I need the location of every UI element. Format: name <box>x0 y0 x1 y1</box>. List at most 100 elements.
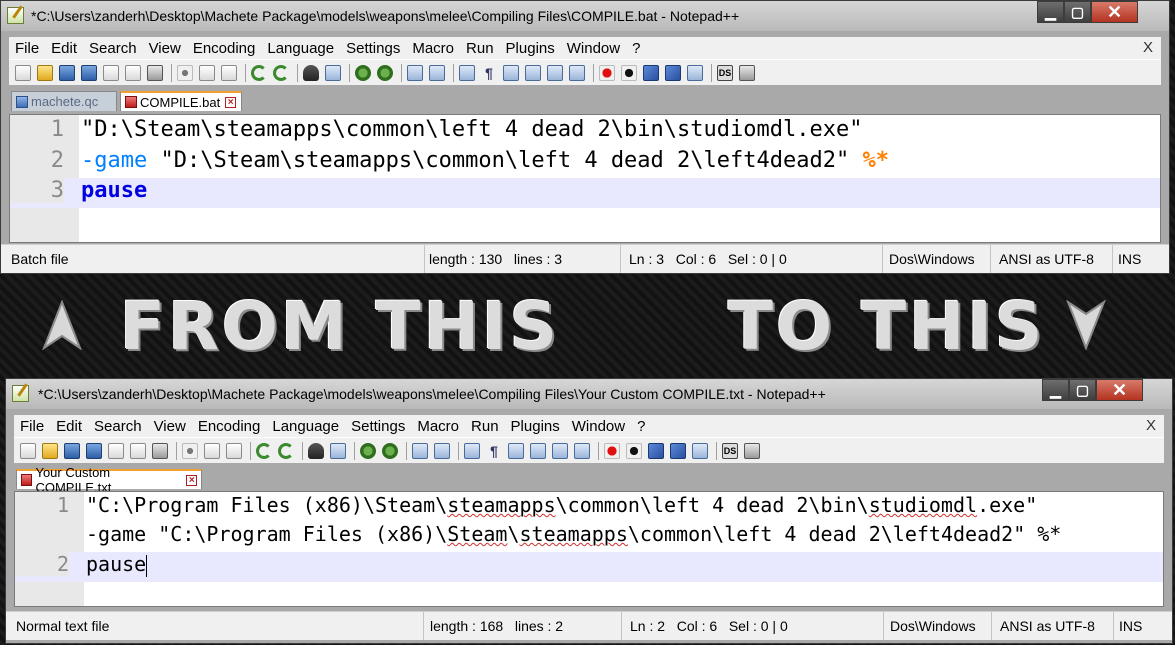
menu-edit[interactable]: Edit <box>50 418 88 435</box>
document-icon[interactable] <box>130 442 146 459</box>
menu-edit[interactable]: Edit <box>45 40 83 57</box>
view-option-icon[interactable] <box>574 442 590 459</box>
view-option-icon[interactable] <box>325 64 341 81</box>
menu-file[interactable]: File <box>14 418 50 435</box>
record-macro-icon[interactable] <box>599 64 615 81</box>
close-document-button[interactable]: X <box>1143 39 1153 56</box>
stop-macro-icon[interactable] <box>626 442 642 459</box>
print-icon[interactable] <box>739 64 755 81</box>
menu-file[interactable]: File <box>9 40 45 57</box>
view-option-icon[interactable] <box>429 64 445 81</box>
tab-close-icon[interactable]: × <box>225 96 237 108</box>
document-icon[interactable] <box>226 442 242 459</box>
view-option-icon[interactable] <box>530 442 546 459</box>
menu-encoding[interactable]: Encoding <box>192 418 267 435</box>
title-bar[interactable]: *C:\Users\zanderh\Desktop\Machete Packag… <box>1 1 1169 31</box>
menu-macro[interactable]: Macro <box>406 40 460 57</box>
document-icon[interactable] <box>108 442 124 459</box>
view-option-icon[interactable] <box>692 442 708 459</box>
play-macro-icon[interactable] <box>643 64 659 81</box>
close-button[interactable]: ✕ <box>1096 379 1143 401</box>
cut-icon[interactable] <box>182 442 198 459</box>
stop-macro-icon[interactable] <box>621 64 637 81</box>
show-symbols-icon[interactable]: ¶ <box>481 65 497 81</box>
open-folder-icon[interactable] <box>37 64 53 81</box>
menu-run[interactable]: Run <box>465 418 505 435</box>
doc-switcher-icon[interactable]: DS <box>722 442 738 459</box>
open-folder-icon[interactable] <box>42 442 58 459</box>
document-icon[interactable] <box>221 64 237 81</box>
menu-plugins[interactable]: Plugins <box>500 40 561 57</box>
view-option-icon[interactable] <box>459 64 475 81</box>
close-document-button[interactable]: X <box>1146 417 1156 434</box>
menu-language[interactable]: Language <box>261 40 340 57</box>
menu-search[interactable]: Search <box>88 418 148 435</box>
code-editor[interactable]: 1 "D:\Steam\steamapps\common\left 4 dead… <box>9 114 1161 243</box>
title-bar[interactable]: *C:\Users\zanderh\Desktop\Machete Packag… <box>6 379 1172 409</box>
menu-encoding[interactable]: Encoding <box>187 40 262 57</box>
print-icon[interactable] <box>744 442 760 459</box>
play-macro-icon[interactable] <box>648 442 664 459</box>
maximize-button[interactable]: ▢ <box>1069 379 1096 401</box>
code-editor[interactable]: 1 "C:\Program Files (x86)\Steam\steamapp… <box>14 491 1164 607</box>
undo-icon[interactable] <box>251 64 267 81</box>
menu-help[interactable]: ? <box>626 40 646 57</box>
print-icon[interactable] <box>147 64 163 81</box>
menu-window[interactable]: Window <box>566 418 631 435</box>
view-option-icon[interactable] <box>330 442 346 459</box>
menu-window[interactable]: Window <box>561 40 626 57</box>
menu-help[interactable]: ? <box>631 418 651 435</box>
zoom-icon[interactable] <box>377 64 393 81</box>
menu-run[interactable]: Run <box>460 40 500 57</box>
tab-machete-qc[interactable]: machete.qc <box>11 91 117 111</box>
view-option-icon[interactable] <box>569 64 585 81</box>
save-icon[interactable] <box>86 442 102 459</box>
save-icon[interactable] <box>81 64 97 81</box>
save-icon[interactable] <box>59 64 75 81</box>
show-symbols-icon[interactable]: ¶ <box>486 443 502 459</box>
document-icon[interactable] <box>15 64 31 81</box>
cut-icon[interactable] <box>177 64 193 81</box>
undo-icon[interactable] <box>256 442 272 459</box>
tab-your-custom-compile[interactable]: Your Custom COMPILE.txt × <box>16 465 202 495</box>
menu-plugins[interactable]: Plugins <box>505 418 566 435</box>
document-icon[interactable] <box>204 442 220 459</box>
menu-view[interactable]: View <box>143 40 187 57</box>
find-icon[interactable] <box>303 64 319 81</box>
undo-icon[interactable] <box>278 442 294 459</box>
view-option-icon[interactable] <box>434 442 450 459</box>
menu-language[interactable]: Language <box>266 418 345 435</box>
view-option-icon[interactable] <box>547 64 563 81</box>
view-option-icon[interactable] <box>687 64 703 81</box>
view-option-icon[interactable] <box>407 64 423 81</box>
minimize-button[interactable]: ▁ <box>1037 1 1064 23</box>
close-button[interactable]: ✕ <box>1091 1 1138 23</box>
minimize-button[interactable]: ▁ <box>1042 379 1069 401</box>
undo-icon[interactable] <box>273 64 289 81</box>
document-icon[interactable] <box>199 64 215 81</box>
document-icon[interactable] <box>103 64 119 81</box>
menu-search[interactable]: Search <box>83 40 143 57</box>
view-option-icon[interactable] <box>552 442 568 459</box>
view-option-icon[interactable] <box>525 64 541 81</box>
view-option-icon[interactable] <box>503 64 519 81</box>
document-icon[interactable] <box>125 64 141 81</box>
zoom-icon[interactable] <box>355 64 371 81</box>
find-icon[interactable] <box>308 442 324 459</box>
tab-compile-bat[interactable]: COMPILE.bat × <box>120 91 242 111</box>
view-option-icon[interactable] <box>508 442 524 459</box>
view-option-icon[interactable] <box>464 442 480 459</box>
print-icon[interactable] <box>152 442 168 459</box>
menu-settings[interactable]: Settings <box>345 418 411 435</box>
play-macro-icon[interactable] <box>670 442 686 459</box>
zoom-icon[interactable] <box>382 442 398 459</box>
tab-close-icon[interactable]: × <box>186 474 197 486</box>
menu-view[interactable]: View <box>148 418 192 435</box>
play-macro-icon[interactable] <box>665 64 681 81</box>
save-icon[interactable] <box>64 442 80 459</box>
record-macro-icon[interactable] <box>604 442 620 459</box>
maximize-button[interactable]: ▢ <box>1064 1 1091 23</box>
menu-settings[interactable]: Settings <box>340 40 406 57</box>
view-option-icon[interactable] <box>412 442 428 459</box>
document-icon[interactable] <box>20 442 36 459</box>
